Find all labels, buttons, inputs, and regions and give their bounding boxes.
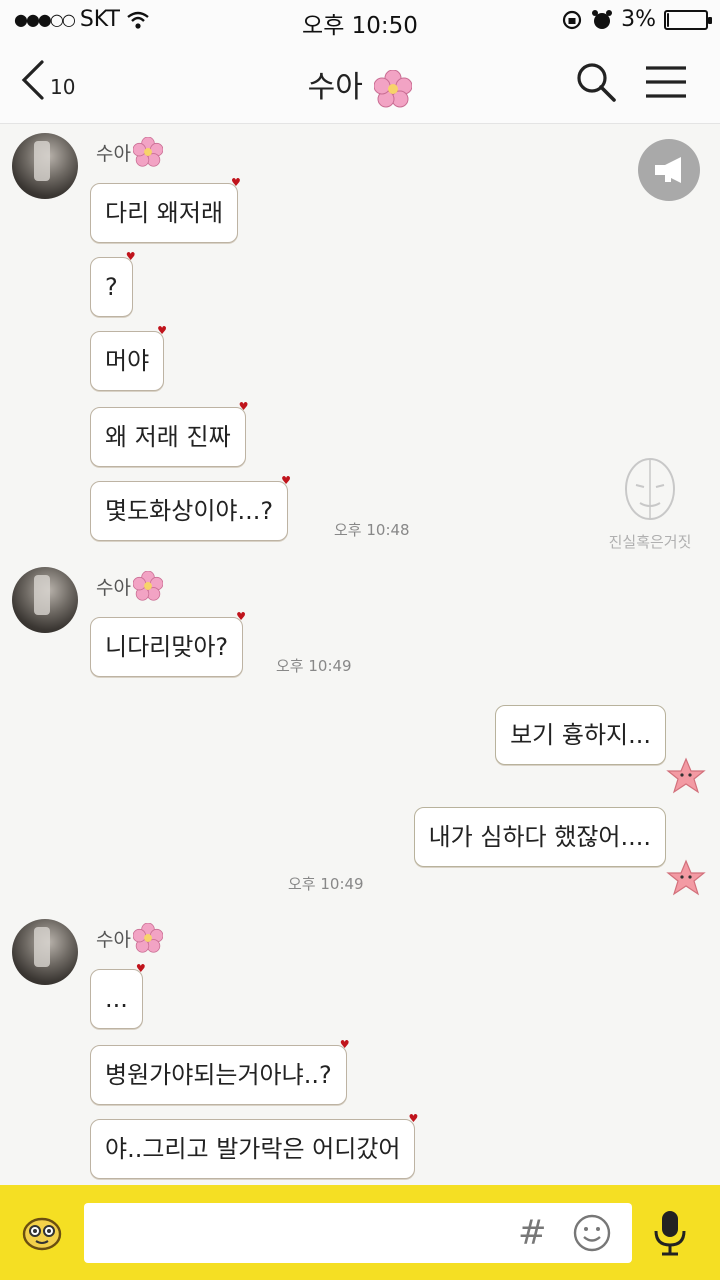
sender-name-text: 수아	[96, 576, 131, 599]
watermark: 진실혹은거짓	[600, 455, 700, 552]
megaphone-icon	[655, 157, 681, 183]
flower-icon	[132, 571, 163, 601]
status-bar: ●●●○○ SKT 오후 10:50 3%	[0, 0, 720, 40]
heart-icon: ♥	[236, 610, 247, 623]
message-bubble[interactable]: 몇도화상이야...? ♥	[90, 475, 291, 541]
message-text: 몇도화상이야...?	[105, 497, 274, 525]
avatar[interactable]	[12, 567, 78, 633]
heart-icon: ♥	[157, 324, 168, 337]
watermark-face-icon	[625, 458, 675, 520]
smiley-icon[interactable]	[572, 1213, 612, 1253]
message-bubble[interactable]: 니다리맞아? ♥	[90, 611, 246, 677]
message-bubble[interactable]: 야..그리고 발가락은 어디갔어 ♥	[90, 1113, 418, 1179]
heart-icon: ♥	[408, 1112, 419, 1125]
heart-icon: ♥	[231, 176, 241, 189]
sender-name: 수아	[96, 137, 163, 167]
message-text: ?	[105, 273, 118, 301]
message-text: ...	[105, 985, 128, 1013]
message-bubble-outgoing[interactable]: 내가 심하다 했잖어....	[413, 807, 666, 867]
message-text: 다리 왜저래	[105, 199, 224, 227]
chat-header: 10 수아	[0, 40, 720, 124]
avatar[interactable]	[12, 919, 78, 985]
message-text: 니다리맞아?	[105, 633, 229, 661]
battery-icon	[664, 9, 712, 30]
heart-icon: ♥	[339, 1038, 350, 1051]
search-icon[interactable]	[574, 60, 618, 104]
message-text: 보기 흉하지...	[510, 721, 651, 749]
sender-name: 수아	[96, 571, 163, 601]
chat-area[interactable]: 진실혹은거짓 수아 다리 왜저래 ♥ ? ♥ 머야 ♥ 왜 저래 진짜 ♥ 몇도화상이야…	[0, 125, 720, 1185]
message-text: 야..그리고 발가락은 어디갔어	[105, 1135, 401, 1163]
heart-icon: ♥	[281, 474, 291, 487]
heart-icon: ♥	[238, 400, 249, 413]
star-sticker-icon	[666, 757, 706, 794]
input-bar: #	[0, 1185, 720, 1280]
chat-title-text: 수아	[307, 70, 363, 105]
message-bubble[interactable]: ? ♥	[90, 251, 136, 317]
sender-name-text: 수아	[96, 142, 131, 165]
message-bubble[interactable]: ... ♥	[90, 963, 146, 1029]
notice-button[interactable]	[638, 139, 700, 201]
heart-icon: ♥	[135, 962, 146, 975]
battery-percent: 3%	[621, 7, 656, 32]
message-bubble[interactable]: 병원가야되는거아냐..? ♥	[90, 1039, 350, 1105]
message-time: 오후 10:49	[288, 875, 364, 893]
flower-icon	[132, 923, 163, 953]
rotation-lock-icon	[562, 10, 582, 29]
avatar[interactable]	[12, 133, 78, 199]
message-input[interactable]: #	[84, 1203, 632, 1263]
alarm-icon	[592, 9, 613, 29]
menu-icon[interactable]	[644, 60, 688, 104]
message-bubble-outgoing[interactable]: 보기 흉하지...	[495, 705, 666, 765]
hashtag-button[interactable]: #	[518, 1213, 547, 1253]
message-bubble[interactable]: 다리 왜저래 ♥	[90, 177, 241, 243]
message-time: 오후 10:48	[334, 521, 410, 539]
message-text: 내가 심하다 했잖어....	[428, 823, 651, 851]
message-time: 오후 10:49	[276, 657, 352, 675]
sender-name-text: 수아	[96, 928, 131, 951]
battery-level	[667, 12, 669, 27]
message-text: 왜 저래 진짜	[105, 423, 231, 451]
message-bubble[interactable]: 머야 ♥	[90, 325, 167, 391]
message-text: 병원가야되는거아냐..?	[105, 1061, 332, 1089]
sender-name: 수아	[96, 923, 163, 953]
flower-icon	[374, 69, 413, 107]
watermark-text: 진실혹은거짓	[608, 533, 692, 551]
emoticon-button-icon[interactable]	[20, 1213, 64, 1253]
star-sticker-icon	[666, 859, 706, 896]
status-right: 3%	[561, 7, 712, 32]
heart-icon: ♥	[125, 250, 136, 263]
message-bubble[interactable]: 왜 저래 진짜 ♥	[90, 401, 249, 467]
flower-icon	[132, 137, 163, 167]
message-text: 머야	[105, 347, 150, 375]
microphone-icon[interactable]	[648, 1207, 692, 1259]
